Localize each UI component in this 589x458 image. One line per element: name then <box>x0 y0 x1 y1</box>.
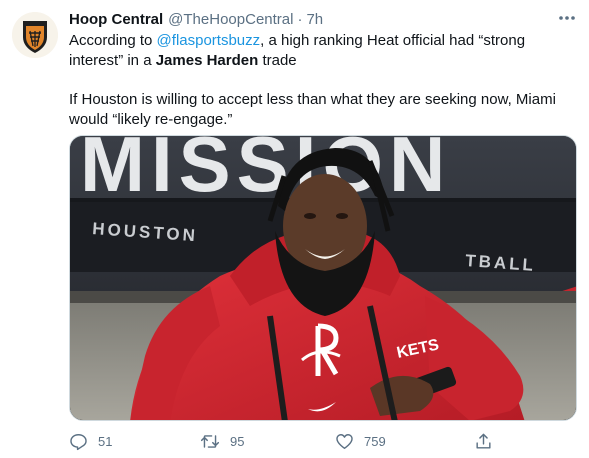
avatar[interactable] <box>12 12 58 58</box>
reply-icon <box>70 433 87 450</box>
share-icon <box>476 433 491 449</box>
tweet-paragraph-2: If Houston is willing to accept less tha… <box>69 91 556 128</box>
more-horizontal-icon <box>559 16 575 20</box>
separator-dot: · <box>297 10 303 28</box>
retweet-button[interactable]: 95 <box>200 428 244 454</box>
tweet-text: According to @flasportsbuzz, a high rank… <box>69 31 569 130</box>
retweet-count: 95 <box>230 433 245 449</box>
basketball-shield-logo-icon <box>12 12 58 58</box>
timestamp[interactable]: 7h <box>306 11 323 28</box>
bold-name: James Harden <box>155 52 259 69</box>
banner-text: MISSION <box>80 136 451 208</box>
mention-link[interactable]: @flasportsbuzz <box>157 32 261 49</box>
text-segment: According to <box>69 32 157 49</box>
reply-count: 51 <box>98 433 113 449</box>
user-handle[interactable]: @TheHoopCentral <box>168 11 293 28</box>
text-segment: trade <box>258 52 297 69</box>
reply-button[interactable]: 51 <box>69 428 112 454</box>
like-button[interactable]: 759 <box>335 428 386 454</box>
player-photo-illustration: MISSION HOUSTON TBALL KETS <box>70 136 576 420</box>
tweet-actions: 51 95 759 <box>69 428 509 454</box>
tweet-paragraph-1: According to @flasportsbuzz, a high rank… <box>69 31 569 71</box>
tweet-header: Hoop Central @TheHoopCentral · 7h <box>69 9 323 29</box>
tweet-photo[interactable]: MISSION HOUSTON TBALL KETS <box>69 135 577 421</box>
tweet-card[interactable]: Hoop Central @TheHoopCentral · 7h Accord… <box>0 0 589 458</box>
retweet-icon <box>200 434 220 448</box>
display-name[interactable]: Hoop Central <box>69 11 163 28</box>
share-button[interactable] <box>474 428 493 454</box>
like-count: 759 <box>364 433 386 449</box>
more-options-button[interactable] <box>556 9 578 27</box>
heart-icon <box>336 433 353 449</box>
